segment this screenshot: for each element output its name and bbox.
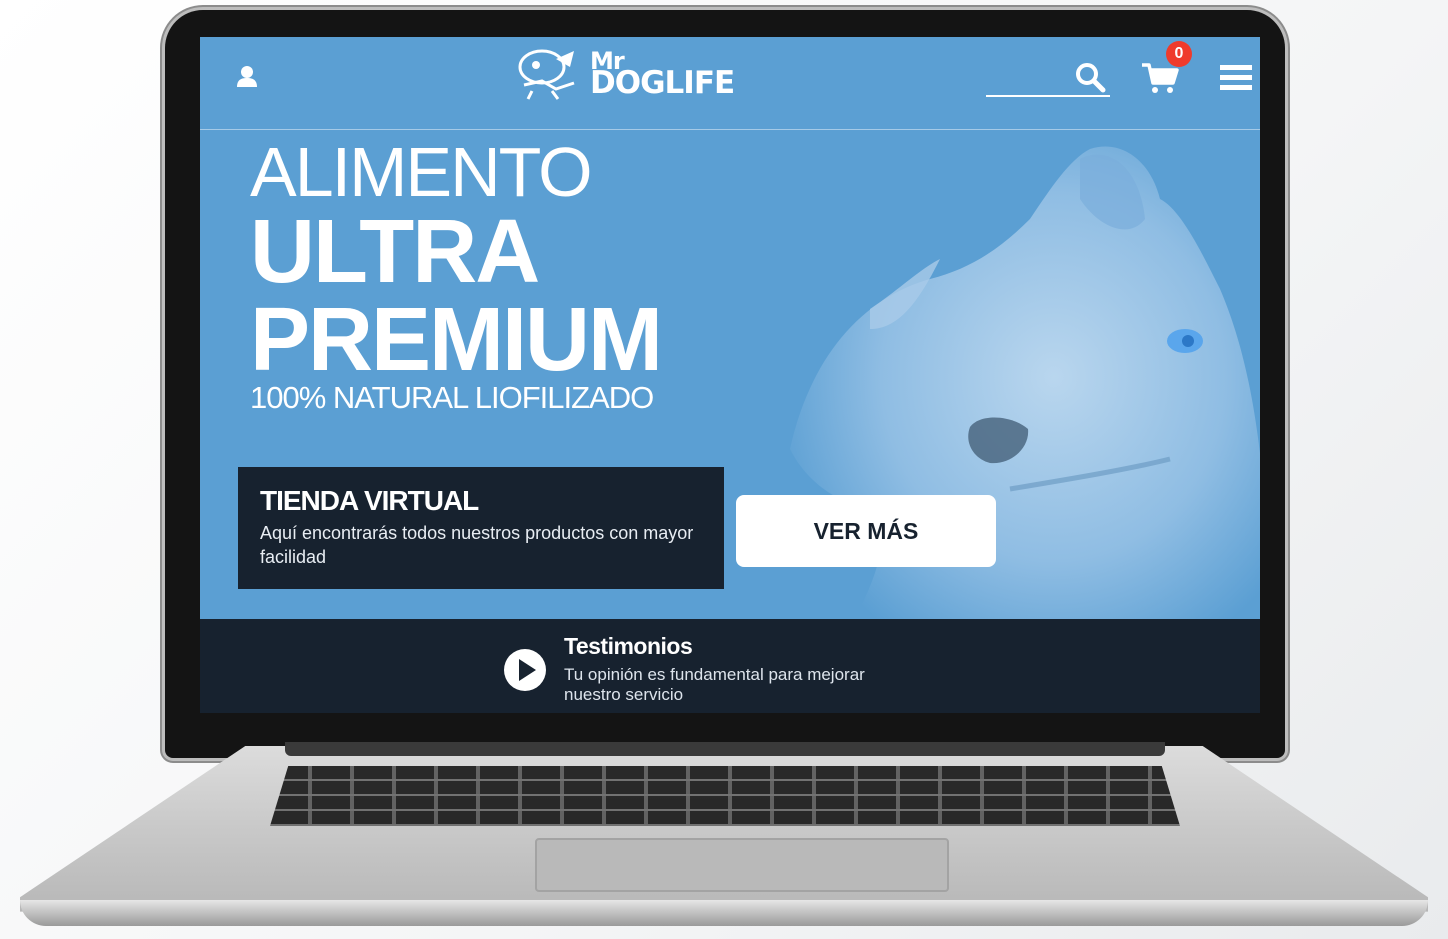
virtual-store-panel: TIENDA VIRTUAL Aquí encontrarás todos nu… <box>238 467 724 589</box>
testimonials-bar: Testimonios Tu opinión es fundamental pa… <box>200 619 1260 713</box>
dog-logo-icon <box>518 49 575 100</box>
cart-count-badge: 0 <box>1166 41 1192 67</box>
play-icon[interactable] <box>502 647 548 693</box>
laptop-keyboard <box>270 766 1180 826</box>
brand-logo[interactable]: Mr DOGLIFE <box>512 43 742 105</box>
menu-icon[interactable] <box>1220 63 1252 93</box>
laptop-base-edge <box>20 900 1428 926</box>
logo-wordmark: DOGLIFE <box>590 65 735 101</box>
hero-title-line-3: PREMIUM <box>250 290 663 390</box>
site-header: Mr DOGLIFE 0 <box>200 37 1260 130</box>
testimonials-title[interactable]: Testimonios <box>564 633 693 660</box>
store-description: Aquí encontrarás todos nuestros producto… <box>260 523 694 567</box>
hero-title-line-1: ALIMENTO <box>250 133 593 211</box>
hero-title-line-2: ULTRA <box>250 202 540 302</box>
laptop-trackpad <box>535 838 949 892</box>
husky-image <box>790 146 1260 659</box>
search-icon[interactable] <box>1074 61 1106 93</box>
hero-subtitle: 100% NATURAL LIOFILIZADO <box>250 380 654 415</box>
see-more-button[interactable]: VER MÁS <box>736 495 996 567</box>
user-icon[interactable] <box>236 65 258 89</box>
testimonials-description: Tu opinión es fundamental para mejorar n… <box>564 665 865 704</box>
store-title: TIENDA VIRTUAL <box>260 485 479 516</box>
laptop-hinge <box>285 742 1165 756</box>
laptop-screen: Mr DOGLIFE 0 ALIMENTO ULTRA PREMIUM 100%… <box>200 37 1260 713</box>
